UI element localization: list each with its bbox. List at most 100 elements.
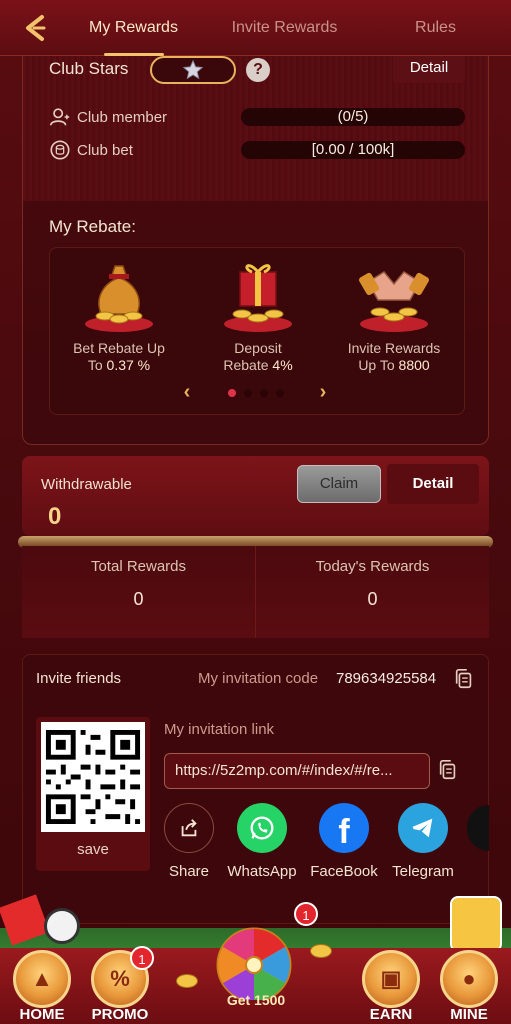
carousel-dot[interactable] bbox=[260, 389, 268, 397]
facebook-icon: f bbox=[319, 803, 369, 853]
money-bag-icon bbox=[85, 265, 153, 332]
whatsapp-label: WhatsApp bbox=[227, 863, 297, 880]
share-button[interactable]: Share bbox=[151, 803, 227, 880]
carousel-next-arrow-icon[interactable]: › bbox=[314, 381, 332, 403]
rebate-line2-prefix: Up To bbox=[358, 357, 399, 373]
rebate-line2-value: 4% bbox=[272, 357, 293, 373]
earn-gift-icon: ▣ bbox=[362, 950, 420, 1008]
back-button[interactable] bbox=[12, 5, 58, 51]
lucky-wheel-icon[interactable] bbox=[204, 910, 304, 1000]
invitation-code-label: My invitation code bbox=[198, 670, 319, 687]
tab-my-rewards[interactable]: My Rewards bbox=[58, 0, 209, 56]
club-bet-row: Club bet bbox=[49, 138, 133, 162]
bottom-nav: ▲ HOME % PROMO 1 1 Get 1500 ▣ EARN ● MIN… bbox=[0, 888, 511, 1024]
invitation-code: 789634925584 bbox=[336, 670, 437, 687]
telegram-share-button[interactable]: Telegram bbox=[385, 803, 461, 880]
total-rewards: Total Rewards 0 bbox=[22, 546, 256, 638]
invitation-link-field[interactable]: https://5z2mp.com/#/index/#/re... bbox=[164, 753, 430, 789]
rebate-item-text: Invite Rewards Up To 8800 bbox=[334, 340, 454, 374]
rebate-item-text: Deposit Rebate 4% bbox=[198, 340, 318, 374]
qr-code-panel[interactable]: save bbox=[36, 717, 150, 871]
save-qr-button[interactable]: save bbox=[36, 841, 150, 858]
nav-earn[interactable]: ▣ EARN bbox=[357, 950, 425, 1023]
facebook-label: FaceBook bbox=[310, 863, 378, 880]
club-title: Club Stars bbox=[49, 59, 129, 78]
nav-mine[interactable]: ● MINE bbox=[435, 950, 503, 1023]
mine-user-icon: ● bbox=[440, 950, 498, 1008]
home-icon: ▲ bbox=[13, 950, 71, 1008]
user-icon bbox=[50, 108, 70, 126]
wheel-badge: 1 bbox=[294, 902, 318, 926]
club-member-row: Club member bbox=[49, 105, 167, 129]
total-rewards-value: 0 bbox=[133, 589, 144, 609]
total-rewards-label: Total Rewards bbox=[90, 558, 187, 575]
copy-code-icon[interactable] bbox=[453, 668, 475, 690]
carousel-dot[interactable] bbox=[244, 389, 252, 397]
telegram-icon bbox=[398, 803, 448, 853]
todays-rewards: Today's Rewards 0 bbox=[256, 546, 489, 638]
nav-home[interactable]: ▲ HOME bbox=[8, 950, 76, 1023]
rebate-item-bet[interactable]: Bet Rebate Up To 0.37 % bbox=[59, 254, 179, 374]
help-icon[interactable]: ? bbox=[246, 58, 270, 82]
rebate-line2: Rebate 4% bbox=[198, 357, 318, 374]
withdrawable-label: Withdrawable bbox=[41, 476, 132, 493]
more-share-partial-icon[interactable] bbox=[467, 805, 489, 851]
todays-rewards-label: Today's Rewards bbox=[315, 558, 430, 575]
tab-rules[interactable]: Rules bbox=[360, 0, 511, 56]
beer-mug-icon bbox=[450, 896, 502, 952]
rebate-carousel: Bet Rebate Up To 0.37 % Deposit Rebate 4… bbox=[49, 247, 465, 415]
gift-box-icon bbox=[224, 264, 292, 332]
carousel-dots bbox=[228, 389, 284, 397]
carousel-prev-arrow-icon[interactable]: ‹ bbox=[178, 381, 196, 403]
club-card: Club Stars ? Detail Club member (0/5) Cl… bbox=[22, 40, 489, 445]
tab-label: My Rewards bbox=[89, 18, 178, 36]
club-star-level bbox=[150, 56, 236, 84]
rebate-line2: Up To 8800 bbox=[334, 357, 454, 374]
nav-promo-label: PROMO bbox=[91, 1006, 149, 1023]
rebate-line1: Invite Rewards bbox=[347, 340, 441, 356]
club-bet-progress: [0.00 / 100k] bbox=[241, 141, 465, 159]
active-tab-indicator bbox=[103, 52, 164, 56]
star-icon bbox=[182, 59, 204, 80]
rebate-line2: To 0.37 % bbox=[59, 357, 179, 374]
copy-link-icon[interactable] bbox=[437, 759, 459, 781]
rebate-line2-prefix: Rebate bbox=[223, 357, 273, 373]
club-member-progress: (0/5) bbox=[241, 108, 465, 126]
rebate-line2-prefix: To bbox=[87, 357, 107, 373]
withdrawable-panel: Withdrawable 0 Claim Detail bbox=[22, 456, 489, 536]
rebate-line2-value: 8800 bbox=[398, 357, 430, 373]
club-bet-label: Club bet bbox=[77, 141, 133, 159]
carousel-dot[interactable] bbox=[228, 389, 236, 397]
share-icon bbox=[164, 803, 214, 853]
rebate-line2-value: 0.37 % bbox=[106, 357, 151, 373]
coin-icon bbox=[50, 140, 70, 160]
whatsapp-icon bbox=[237, 803, 287, 853]
facebook-share-button[interactable]: f FaceBook bbox=[306, 803, 382, 880]
rewards-page: My Rewards Invite Rewards Rules Club Sta… bbox=[0, 0, 511, 1024]
nav-earn-label: EARN bbox=[369, 1006, 413, 1023]
get-bonus-label[interactable]: Get 1500 bbox=[196, 992, 316, 1008]
handshake-icon bbox=[359, 271, 429, 332]
invite-title: Invite friends bbox=[36, 670, 122, 687]
carousel-dot[interactable] bbox=[276, 389, 284, 397]
promo-badge: 1 bbox=[130, 946, 154, 970]
soccer-ball-icon bbox=[44, 908, 80, 944]
rebate-line1: Bet Rebate Up bbox=[73, 340, 165, 356]
tab-invite-rewards[interactable]: Invite Rewards bbox=[209, 0, 360, 56]
back-arrow-icon bbox=[26, 14, 46, 41]
todays-rewards-value: 0 bbox=[367, 589, 378, 609]
withdraw-detail-button[interactable]: Detail bbox=[387, 464, 479, 504]
rebate-item-deposit[interactable]: Deposit Rebate 4% bbox=[198, 254, 318, 374]
claim-button[interactable]: Claim bbox=[297, 465, 381, 503]
rebate-item-invite[interactable]: Invite Rewards Up To 8800 bbox=[334, 254, 454, 374]
coin-icon bbox=[310, 944, 332, 958]
rewards-totals: Total Rewards 0 Today's Rewards 0 bbox=[22, 546, 489, 638]
tab-label: Rules bbox=[415, 18, 456, 36]
nav-mine-label: MINE bbox=[450, 1006, 488, 1023]
whatsapp-share-button[interactable]: WhatsApp bbox=[224, 803, 300, 880]
club-detail-button[interactable]: Detail bbox=[393, 53, 465, 83]
invitation-link-label: My invitation link bbox=[164, 721, 275, 738]
withdrawable-value: 0 bbox=[48, 503, 62, 530]
nav-home-label: HOME bbox=[19, 1006, 65, 1023]
coin-icon bbox=[176, 974, 198, 988]
